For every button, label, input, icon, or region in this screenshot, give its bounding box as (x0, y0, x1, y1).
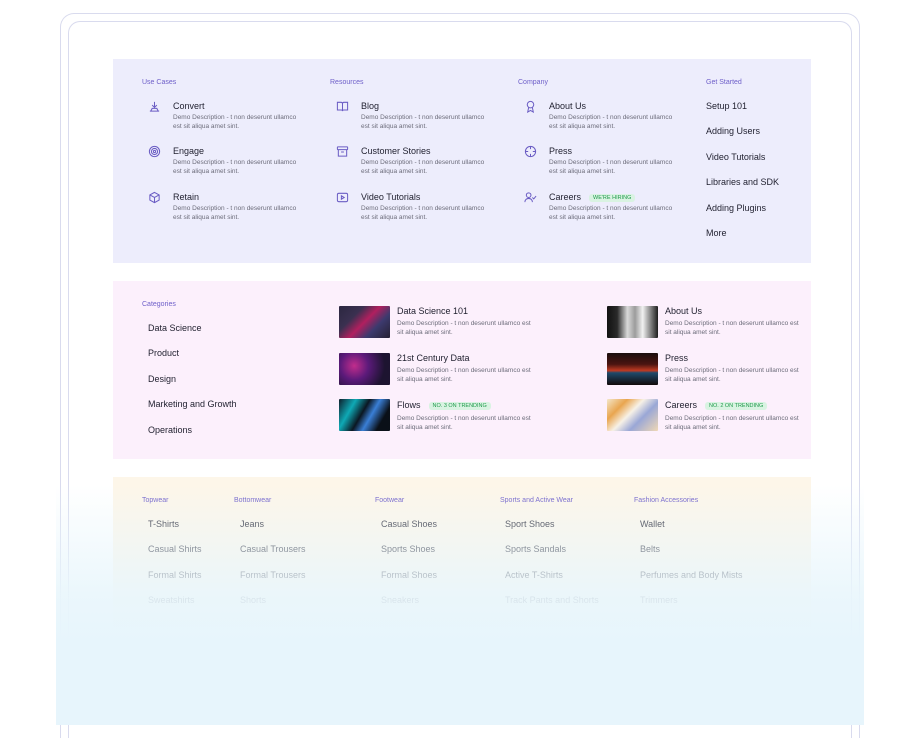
use-cases-heading: Use Cases (142, 79, 177, 86)
category-marketing-growth[interactable]: Marketing and Growth (148, 399, 237, 409)
link-setup-101[interactable]: Setup 101 (706, 101, 747, 111)
menu-item-description: Demo Description - t non deserunt ullamc… (361, 159, 485, 175)
link-active-t-shirts[interactable]: Active T-Shirts (505, 570, 563, 580)
link-adding-users[interactable]: Adding Users (706, 126, 760, 136)
category-operations[interactable]: Operations (148, 425, 192, 435)
link-formal-shirts[interactable]: Formal Shirts (148, 570, 202, 580)
card-description: Demo Description - t non deserunt ullamc… (397, 367, 531, 383)
link-formal-trousers[interactable]: Formal Trousers (240, 570, 306, 580)
get-started-heading: Get Started (706, 79, 742, 86)
menu-item-title: Engage (173, 146, 205, 156)
menu-item-description: Demo Description - t non deserunt ullamc… (173, 205, 297, 221)
resources-heading: Resources (330, 79, 364, 86)
company-heading: Company (518, 79, 548, 86)
card-thumbnail (339, 399, 390, 431)
menu-item-title: Blog (361, 101, 380, 111)
menu-item-title: Retain (173, 192, 200, 202)
link-casual-trousers[interactable]: Casual Trousers (240, 544, 306, 554)
card-title: 21st Century Data (397, 353, 470, 363)
link-sport-shoes[interactable]: Sport Shoes (505, 519, 555, 529)
mega-menu-shop-panel: Topwear T-Shirts Casual Shirts Formal Sh… (113, 477, 811, 627)
menu-item-title: Video Tutorials (361, 192, 421, 202)
link-track-pants[interactable]: Track Pants and Shorts (505, 595, 599, 605)
link-libraries-sdk[interactable]: Libraries and SDK (706, 177, 779, 187)
card-title: Press (665, 353, 689, 363)
trending-badge: NO. 3 ON TRENDING (428, 402, 491, 410)
card-thumbnail (339, 353, 390, 385)
menu-item-description: Demo Description - t non deserunt ullamc… (549, 159, 673, 175)
box-icon (148, 191, 161, 204)
link-wallet[interactable]: Wallet (640, 519, 665, 529)
link-video-tutorials[interactable]: Video Tutorials (706, 152, 765, 162)
card-description: Demo Description - t non deserunt ullamc… (665, 367, 799, 383)
link-sports-shoes[interactable]: Sports Shoes (381, 544, 435, 554)
category-data-science[interactable]: Data Science (148, 323, 202, 333)
book-icon (336, 100, 349, 113)
link-perfumes[interactable]: Perfumes and Body Mists (640, 570, 743, 580)
card-thumbnail (607, 353, 658, 385)
card-thumbnail (607, 306, 658, 338)
card-title: About Us (665, 306, 703, 316)
hiring-badge: WE'RE HIRING (589, 194, 636, 202)
link-trimmers[interactable]: Trimmers (640, 595, 678, 605)
mega-menu-links-panel: Use Cases Convert Demo Description - t n… (113, 59, 811, 263)
menu-item-description: Demo Description - t non deserunt ullamc… (173, 114, 297, 130)
bottomwear-heading: Bottomwear (234, 497, 272, 504)
link-casual-shoes[interactable]: Casual Shoes (381, 519, 437, 529)
play-icon (336, 191, 349, 204)
menu-item-description: Demo Description - t non deserunt ullamc… (361, 205, 485, 221)
menu-item-description: Demo Description - t non deserunt ullamc… (549, 114, 673, 130)
menu-item-description: Demo Description - t non deserunt ullamc… (173, 159, 297, 175)
crosshair-icon (524, 145, 537, 158)
card-description: Demo Description - t non deserunt ullamc… (665, 415, 799, 431)
link-sweatshirts[interactable]: Sweatshirts (148, 595, 195, 605)
flows-label: Flows (397, 400, 421, 410)
card-title: Data Science 101 (397, 306, 469, 316)
topwear-heading: Topwear (142, 497, 169, 504)
target-icon (148, 145, 161, 158)
card-description: Demo Description - t non deserunt ullamc… (665, 320, 799, 336)
menu-item-title: Customer Stories (361, 146, 431, 156)
category-design[interactable]: Design (148, 374, 176, 384)
card-thumbnail (607, 399, 658, 431)
card-title: Careers NO. 2 ON TRENDING (665, 400, 768, 410)
footwear-heading: Footwear (375, 497, 405, 504)
menu-item-title: Press (549, 146, 573, 156)
user-check-icon (524, 191, 537, 204)
accessories-heading: Fashion Accessories (634, 497, 699, 504)
link-sports-sandals[interactable]: Sports Sandals (505, 544, 566, 554)
menu-item-title: Convert (173, 101, 205, 111)
link-jeans[interactable]: Jeans (240, 519, 264, 529)
link-belts[interactable]: Belts (640, 544, 660, 554)
link-t-shirts[interactable]: T-Shirts (148, 519, 179, 529)
menu-item-title: Careers WE'RE HIRING (549, 192, 636, 202)
card-title: Flows NO. 3 ON TRENDING (397, 400, 491, 410)
card-description: Demo Description - t non deserunt ullamc… (397, 415, 531, 431)
careers-card-label: Careers (665, 400, 698, 410)
award-icon (524, 100, 537, 113)
trending-badge: NO. 2 ON TRENDING (705, 402, 768, 410)
link-sneakers[interactable]: Sneakers (381, 595, 419, 605)
link-casual-shirts[interactable]: Casual Shirts (148, 544, 202, 554)
menu-item-description: Demo Description - t non deserunt ullamc… (549, 205, 673, 221)
category-product[interactable]: Product (148, 348, 179, 358)
sports-heading: Sports and Active Wear (500, 497, 574, 504)
link-formal-shoes[interactable]: Formal Shoes (381, 570, 437, 580)
mega-menu-featured-panel: Categories Data Science Product Design M… (113, 281, 811, 459)
link-adding-plugins[interactable]: Adding Plugins (706, 203, 766, 213)
convert-icon (148, 100, 161, 113)
link-more[interactable]: More (706, 228, 727, 238)
link-shorts[interactable]: Shorts (240, 595, 266, 605)
menu-item-title: About Us (549, 101, 587, 111)
menu-item-description: Demo Description - t non deserunt ullamc… (361, 114, 485, 130)
card-description: Demo Description - t non deserunt ullamc… (397, 320, 531, 336)
archive-icon (336, 145, 349, 158)
careers-label: Careers (549, 192, 582, 202)
card-thumbnail (339, 306, 390, 338)
categories-heading: Categories (142, 301, 176, 308)
